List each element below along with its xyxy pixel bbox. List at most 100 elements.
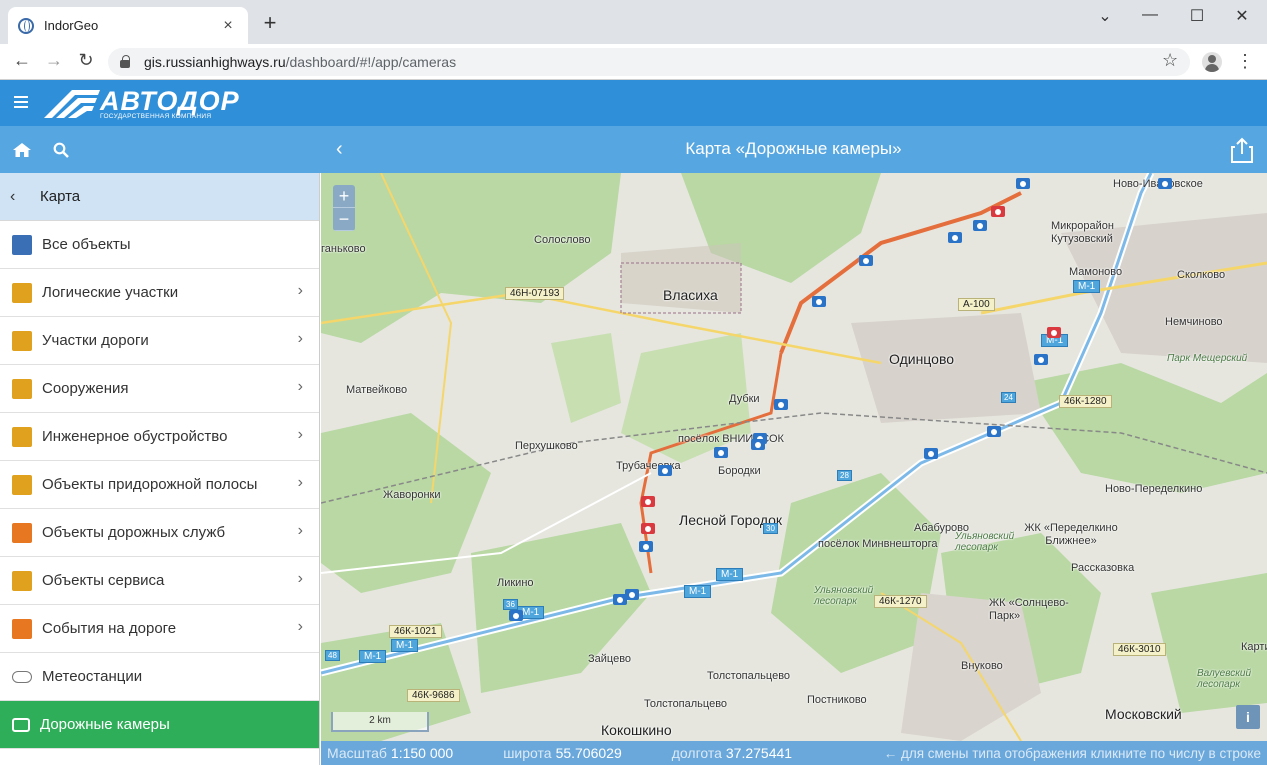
reload-button[interactable]: ↻ [74, 50, 98, 71]
logical-section-icon [12, 282, 32, 303]
sidebar-header-map[interactable]: ‹ Карта [0, 173, 319, 221]
camera-marker-icon[interactable] [639, 541, 653, 552]
sidebar-item-weather-stations[interactable]: Метеостанции [0, 653, 319, 701]
sidebar-item-road-cameras[interactable]: Дорожные камеры [0, 701, 319, 749]
map-label: посёлок ВНИИССОК [678, 433, 784, 445]
map-view[interactable]: + − Ново-Ивановское Солослово Микрорайон… [321, 173, 1267, 765]
map-label: Карти [1241, 641, 1267, 653]
sidebar-item-structures[interactable]: Сооружения › [0, 365, 319, 413]
route-shield: 30 [763, 523, 778, 534]
camera-marker-icon[interactable] [714, 447, 728, 458]
map-label: Бородки [718, 465, 761, 477]
logo-subtitle: ГОСУДАРСТВЕННАЯ КОМПАНИЯ [100, 113, 212, 120]
sidebar-item-engineering-equipment[interactable]: Инженерное обустройство › [0, 413, 319, 461]
sidebar-item-all-objects[interactable]: Все объекты [0, 221, 319, 269]
zoom-in-button[interactable]: + [333, 185, 355, 208]
camera-marker-icon[interactable] [948, 232, 962, 243]
camera-marker-icon[interactable] [625, 589, 639, 600]
camera-marker-alert-icon[interactable] [1047, 327, 1061, 338]
scale-value[interactable]: 1:150 000 [391, 745, 453, 761]
sidebar-item-label: События на дороге [42, 620, 177, 637]
minimize-button[interactable]: — [1130, 6, 1170, 24]
camera-marker-icon[interactable] [924, 448, 938, 459]
m1-badge: М-1 [684, 585, 712, 598]
camera-marker-icon[interactable] [658, 465, 672, 476]
back-button[interactable]: ← [10, 50, 34, 71]
url-path: /dashboard/#!/app/cameras [285, 54, 457, 70]
map-label: Толстопальцево [707, 670, 791, 682]
share-icon[interactable] [1231, 137, 1253, 163]
map-label: Толстопальцево [644, 698, 728, 710]
m1-badge: М-1 [1073, 280, 1101, 293]
new-tab-button[interactable]: + [258, 11, 282, 35]
sidebar-item-label: Все объекты [42, 236, 131, 253]
map-label: Московский [1105, 706, 1182, 722]
zoom-out-button[interactable]: − [333, 208, 355, 231]
close-window-button[interactable]: ✕ [1222, 6, 1262, 26]
forward-button[interactable]: → [42, 50, 66, 71]
chevron-right-icon: › [297, 426, 303, 443]
camera-marker-icon[interactable] [774, 399, 788, 410]
camera-marker-icon[interactable] [1016, 178, 1030, 189]
sidebar-item-label: Объекты сервиса [42, 572, 165, 589]
road-section-icon [12, 330, 32, 351]
map-label: Парк Мещерский [1167, 353, 1248, 364]
map-label: Постниково [807, 694, 867, 706]
camera-marker-icon[interactable] [509, 610, 523, 621]
sidebar-item-label: Инженерное обустройство [42, 428, 228, 445]
avtodor-logo[interactable]: АВТОДОР ГОСУДАРСТВЕННАЯ КОМПАНИЯ [42, 86, 242, 122]
browser-menu-icon[interactable]: ⋮ [1236, 50, 1254, 72]
camera-marker-icon[interactable] [973, 220, 987, 231]
map-label: Кокошкино [601, 722, 672, 738]
app-toolbar: ‹ Карта «Дорожные камеры» [0, 126, 1267, 173]
sidebar-item-service-objects[interactable]: Объекты сервиса › [0, 557, 319, 605]
chevron-right-icon: › [297, 378, 303, 395]
sidebar-item-label: Дорожные камеры [40, 716, 170, 733]
longitude-value[interactable]: 37.275441 [726, 745, 792, 761]
sidebar-item-logical-sections[interactable]: Логические участки › [0, 269, 319, 317]
sidebar-item-label: Метеостанции [42, 668, 143, 685]
camera-marker-icon[interactable] [751, 439, 765, 450]
camera-marker-icon[interactable] [812, 296, 826, 307]
camera-marker-alert-icon[interactable] [641, 523, 655, 534]
lock-icon [120, 55, 130, 68]
map-label: посёлок Минвнешторга [818, 538, 938, 550]
browser-tab[interactable]: IndorGeo × [8, 7, 248, 44]
map-status-bar: Масштаб 1:150 000 широта 55.706029 долго… [321, 741, 1267, 765]
home-icon[interactable] [13, 143, 31, 157]
map-icon [12, 234, 32, 255]
camera-marker-icon[interactable] [613, 594, 627, 605]
map-label: Рассказовка [1071, 562, 1135, 574]
page-title: Карта «Дорожные камеры» [685, 139, 902, 158]
sidebar-item-roadside-objects[interactable]: Объекты придорожной полосы › [0, 461, 319, 509]
url-input[interactable]: gis.russianhighways.ru/dashboard/#!/app/… [108, 48, 1190, 76]
hamburger-menu-icon[interactable] [14, 96, 28, 108]
tab-close-icon[interactable]: × [218, 17, 238, 35]
sidebar-item-road-events[interactable]: События на дороге › [0, 605, 319, 653]
camera-marker-icon[interactable] [987, 426, 1001, 437]
profile-avatar[interactable] [1202, 52, 1222, 72]
camera-marker-alert-icon[interactable] [641, 496, 655, 507]
info-button[interactable]: i [1236, 705, 1260, 729]
map-label: Дубки [729, 393, 760, 405]
sidebar-item-label: Объекты дорожных служб [42, 524, 226, 541]
route-shield: 28 [837, 470, 852, 481]
map-label: Перхушково [515, 440, 578, 452]
camera-marker-icon[interactable] [859, 255, 873, 266]
camera-marker-icon[interactable] [1034, 354, 1048, 365]
search-icon[interactable] [53, 142, 69, 158]
sidebar-item-road-service-objects[interactable]: Объекты дорожных служб › [0, 509, 319, 557]
camera-marker-icon[interactable] [1158, 178, 1172, 189]
map-label: Одинцово [889, 351, 955, 367]
maximize-button[interactable]: ☐ [1177, 6, 1217, 26]
scale-bar-label: 2 km [369, 715, 391, 726]
chevron-right-icon: › [297, 330, 303, 347]
bookmark-star-icon[interactable]: ☆ [1162, 50, 1178, 71]
sidebar-item-road-sections[interactable]: Участки дороги › [0, 317, 319, 365]
m1-badge: М-1 [359, 650, 387, 663]
fuel-station-icon [12, 570, 32, 591]
tab-search-icon[interactable]: ⌄ [1085, 6, 1125, 26]
scale-label: Масштаб [327, 745, 387, 761]
latitude-value[interactable]: 55.706029 [556, 745, 622, 761]
camera-marker-alert-icon[interactable] [991, 206, 1005, 217]
